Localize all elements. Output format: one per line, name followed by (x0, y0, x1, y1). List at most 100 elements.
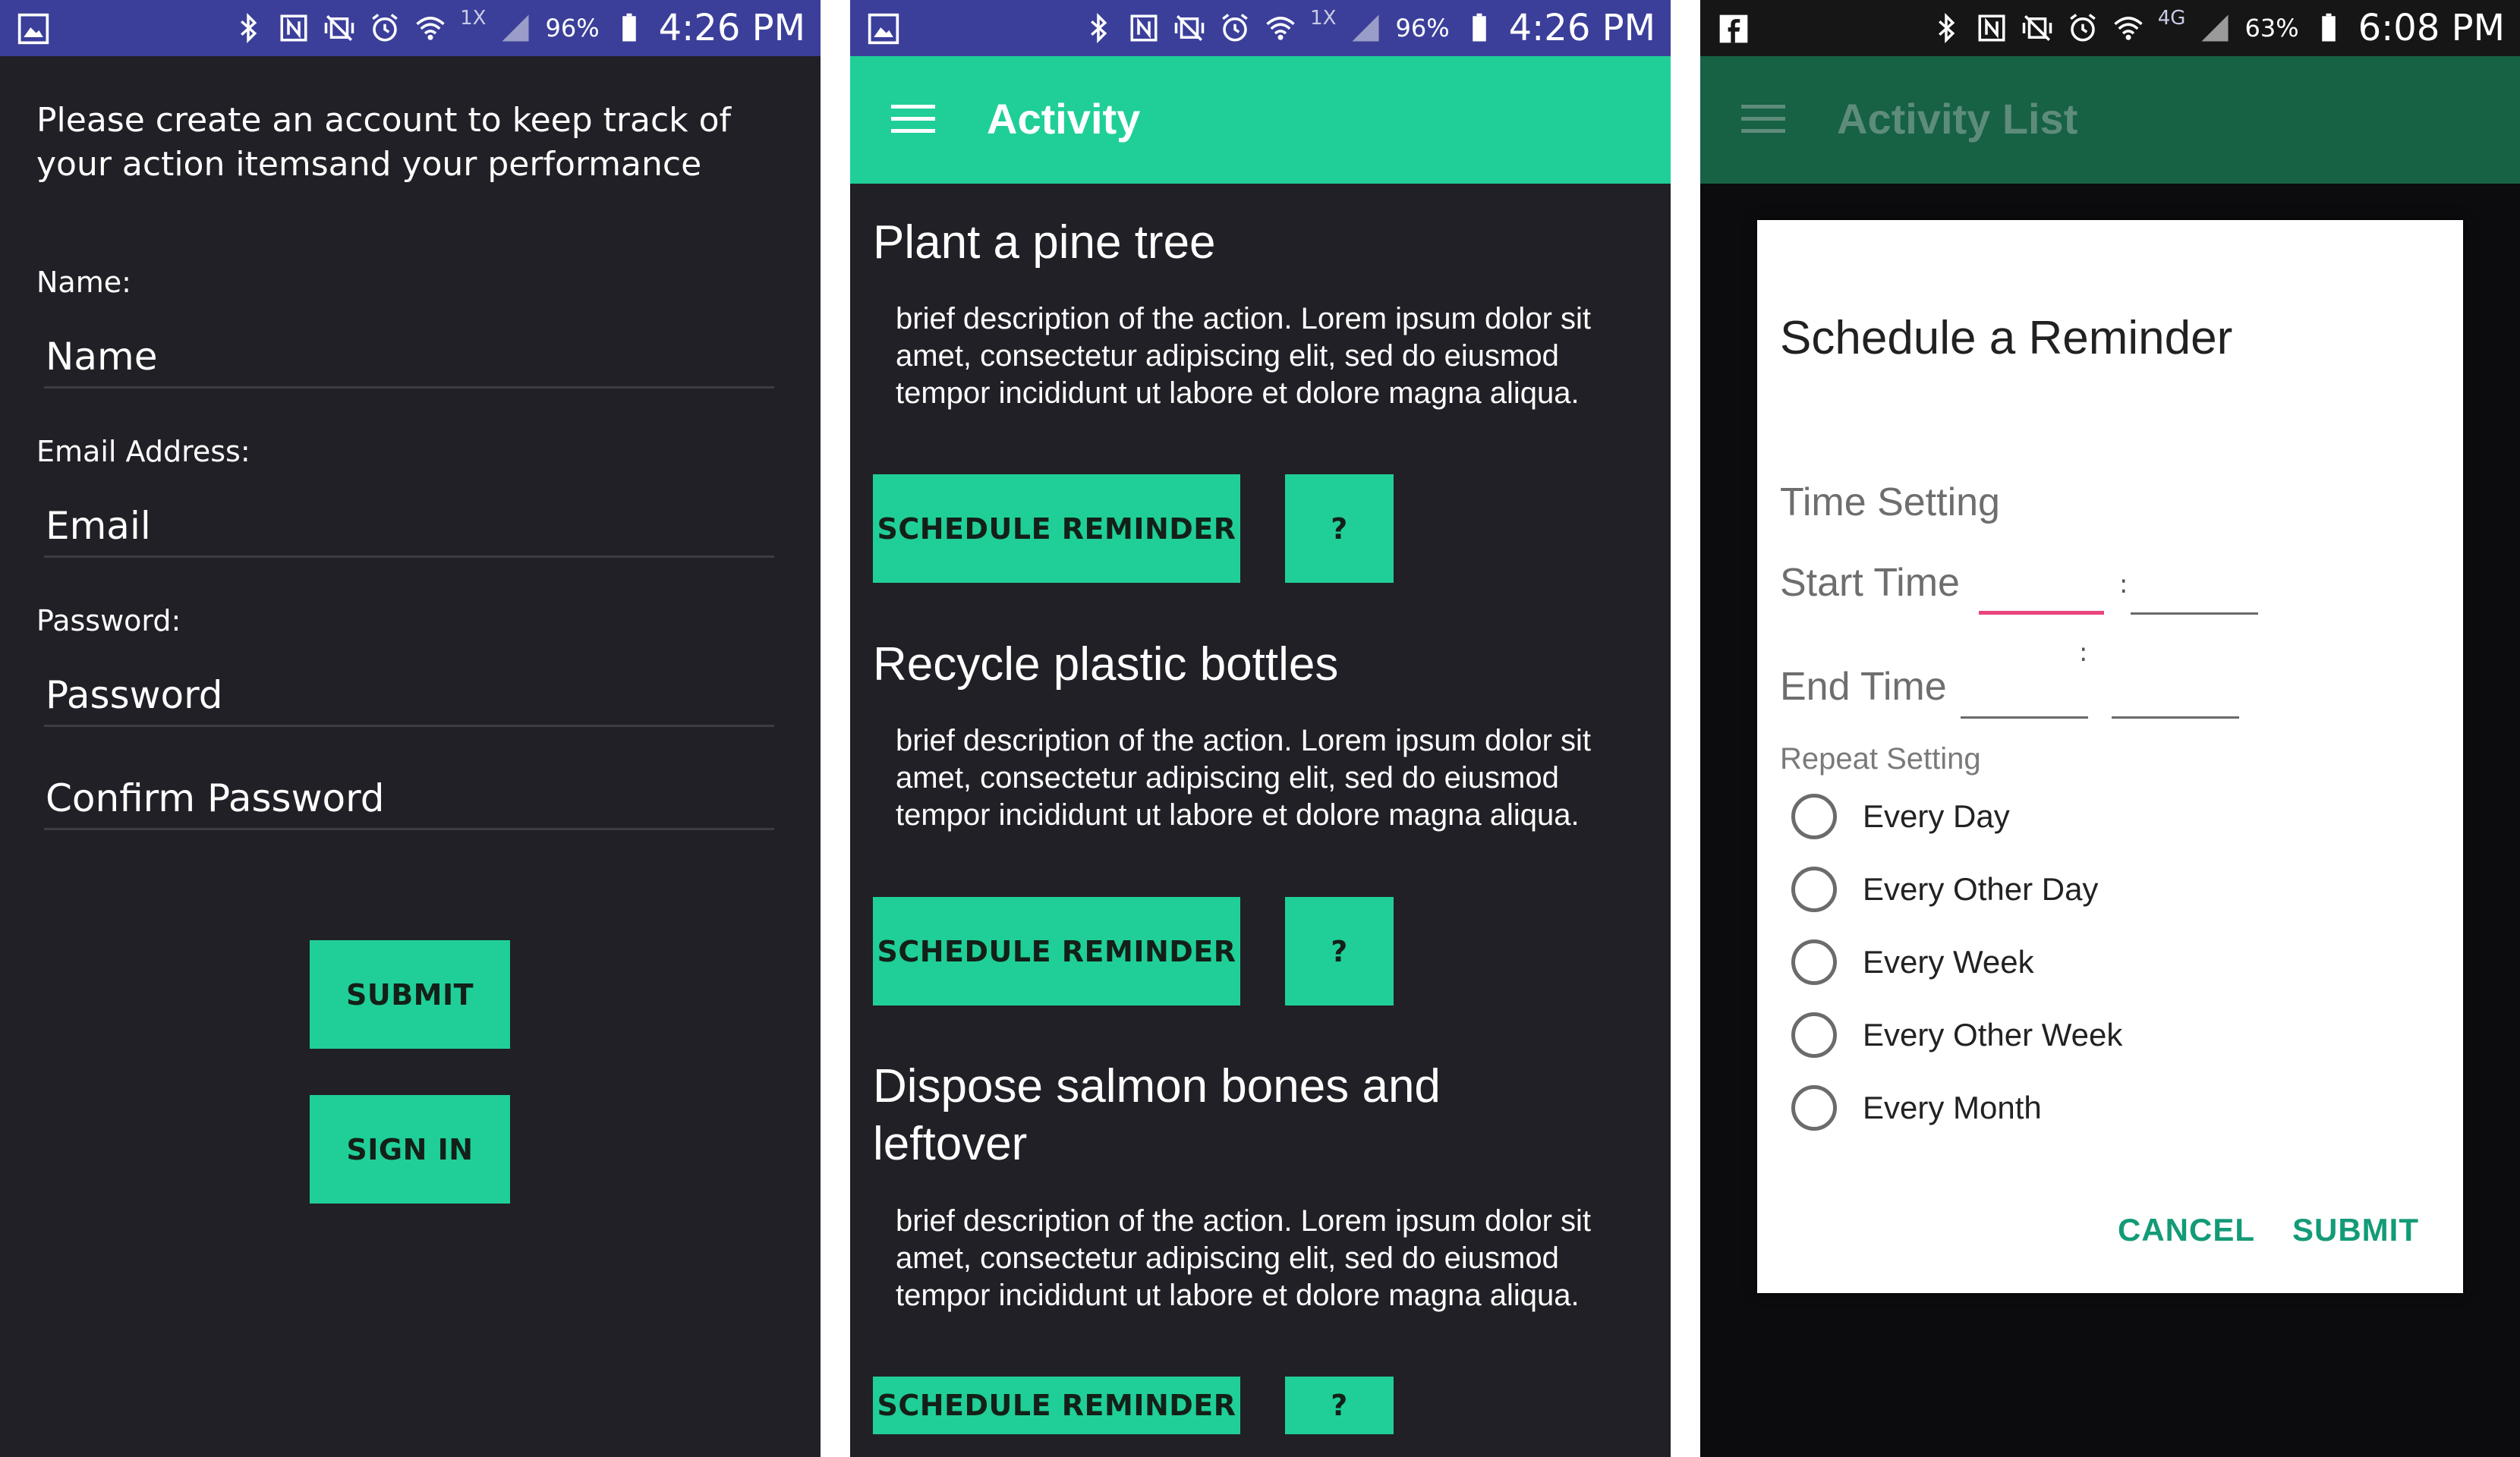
time-setting-label: Time Setting (1780, 480, 2000, 524)
clock: 6:08 PM (2358, 7, 2505, 49)
help-button[interactable]: ? (1285, 1377, 1394, 1434)
alarm-icon (369, 11, 401, 45)
menu-icon[interactable] (1741, 105, 1785, 135)
battery-percent: 63% (2244, 14, 2299, 42)
confirm-password-field[interactable]: Confirm Password (44, 769, 774, 830)
radio-every-other-day[interactable]: Every Other Day (1791, 863, 2098, 916)
network-type-label: 4G (2157, 7, 2186, 30)
end-hour-field[interactable] (1961, 716, 2088, 719)
radio-every-week[interactable]: Every Week (1791, 936, 2034, 989)
signup-intro-text: Please create an account to keep track o… (36, 101, 732, 184)
radio-button[interactable] (1791, 867, 1837, 912)
email-field[interactable]: Email (44, 497, 774, 558)
battery-icon (2313, 11, 2345, 45)
signal-icon (499, 11, 531, 45)
email-label: Email Address: (36, 435, 250, 468)
submit-button[interactable]: SUBMIT (310, 940, 510, 1049)
battery-percent: 96% (545, 14, 600, 42)
wifi-icon (1265, 11, 1296, 45)
status-bar: 1X 96% 4:26 PM (0, 0, 821, 56)
radio-button[interactable] (1791, 939, 1837, 985)
start-minute-field[interactable] (2131, 612, 2258, 615)
signal-icon (1350, 11, 1381, 45)
app-bar: Activity List (1700, 56, 2520, 184)
wifi-icon (414, 11, 446, 45)
repeat-setting-label: Repeat Setting (1780, 742, 1981, 776)
radio-button[interactable] (1791, 1012, 1837, 1058)
clock: 4:26 PM (1508, 7, 1655, 49)
nfc-icon (1976, 11, 2008, 45)
network-type-label: 1X (1310, 7, 1337, 30)
status-bar: 4G 63% 6:08 PM (1700, 0, 2520, 56)
time-separator: : (2079, 637, 2088, 668)
vibrate-mute-icon (323, 11, 355, 45)
radio-every-month[interactable]: Every Month (1791, 1081, 2042, 1134)
network-type-label: 1X (460, 7, 487, 30)
activity-description: brief description of the action. Lorem i… (896, 724, 1591, 832)
radio-label: Every Week (1863, 944, 2034, 980)
signup-screen: 1X 96% 4:26 PM Please create an account … (0, 0, 821, 1457)
facebook-icon (1717, 12, 1750, 46)
activity-description: brief description of the action. Lorem i… (896, 1204, 1591, 1312)
page-title: Activity List (1837, 95, 2078, 143)
schedule-reminder-button[interactable]: SCHEDULE REMINDER (873, 474, 1240, 583)
vibrate-mute-icon (2021, 11, 2053, 45)
password-label: Password: (36, 604, 181, 637)
battery-percent: 96% (1395, 14, 1450, 42)
nfc-icon (278, 11, 310, 45)
vibrate-mute-icon (1173, 11, 1205, 45)
bluetooth-icon (232, 11, 264, 45)
activity-list-screen: 4G 63% 6:08 PM Activity List Schedule a … (1700, 0, 2520, 1457)
radio-button[interactable] (1791, 1085, 1837, 1131)
radio-button[interactable] (1791, 794, 1837, 839)
signal-icon (2199, 11, 2231, 45)
gallery-icon (867, 12, 900, 46)
radio-every-day[interactable]: Every Day (1791, 790, 2010, 843)
activity-description: brief description of the action. Lorem i… (896, 302, 1591, 410)
start-hour-field[interactable] (1979, 611, 2104, 615)
alarm-icon (1219, 11, 1251, 45)
clock: 4:26 PM (658, 7, 805, 49)
dialog-title: Schedule a Reminder (1780, 312, 2233, 364)
schedule-reminder-dialog: Schedule a Reminder Time Setting Start T… (1757, 220, 2463, 1293)
status-bar: 1X 96% 4:26 PM (850, 0, 1671, 56)
wifi-icon (2112, 11, 2144, 45)
gallery-icon (17, 12, 50, 46)
bluetooth-icon (1930, 11, 1962, 45)
time-separator: : (2119, 569, 2128, 599)
battery-icon (1463, 11, 1495, 45)
radio-every-other-week[interactable]: Every Other Week (1791, 1009, 2122, 1062)
activity-screen: 1X 96% 4:26 PM Activity Plant a pine tre… (850, 0, 1671, 1457)
radio-label: Every Day (1863, 798, 2010, 834)
radio-label: Every Other Day (1863, 871, 2099, 907)
help-button[interactable]: ? (1285, 897, 1394, 1005)
end-minute-field[interactable] (2112, 716, 2239, 719)
name-field[interactable]: Name (44, 328, 774, 389)
schedule-reminder-button[interactable]: SCHEDULE REMINDER (873, 897, 1240, 1005)
radio-label: Every Month (1863, 1090, 2042, 1125)
activity-title: Plant a pine tree (873, 216, 1216, 269)
alarm-icon (2067, 11, 2099, 45)
menu-icon[interactable] (891, 105, 935, 135)
activity-title: Dispose salmon bones and leftover (873, 1060, 1441, 1170)
name-placeholder: Name (46, 335, 158, 379)
end-time-label: End Time (1780, 665, 1947, 709)
name-label: Name: (36, 266, 131, 299)
schedule-reminder-button[interactable]: SCHEDULE REMINDER (873, 1377, 1240, 1434)
email-placeholder: Email (46, 504, 151, 548)
battery-icon (613, 11, 645, 45)
password-field[interactable]: Password (44, 666, 774, 727)
sign-in-button[interactable]: SIGN IN (310, 1095, 510, 1204)
help-button[interactable]: ? (1285, 474, 1394, 583)
page-title: Activity (987, 95, 1141, 143)
confirm-password-placeholder: Confirm Password (46, 776, 385, 820)
start-time-label: Start Time (1780, 561, 1960, 605)
dialog-submit-button[interactable]: SUBMIT (2292, 1212, 2419, 1248)
app-bar: Activity (850, 56, 1671, 184)
cancel-button[interactable]: CANCEL (2118, 1212, 2255, 1248)
bluetooth-icon (1082, 11, 1114, 45)
nfc-icon (1128, 11, 1160, 45)
password-placeholder: Password (46, 673, 223, 717)
activity-title: Recycle plastic bottles (873, 638, 1339, 691)
radio-label: Every Other Week (1863, 1017, 2123, 1053)
